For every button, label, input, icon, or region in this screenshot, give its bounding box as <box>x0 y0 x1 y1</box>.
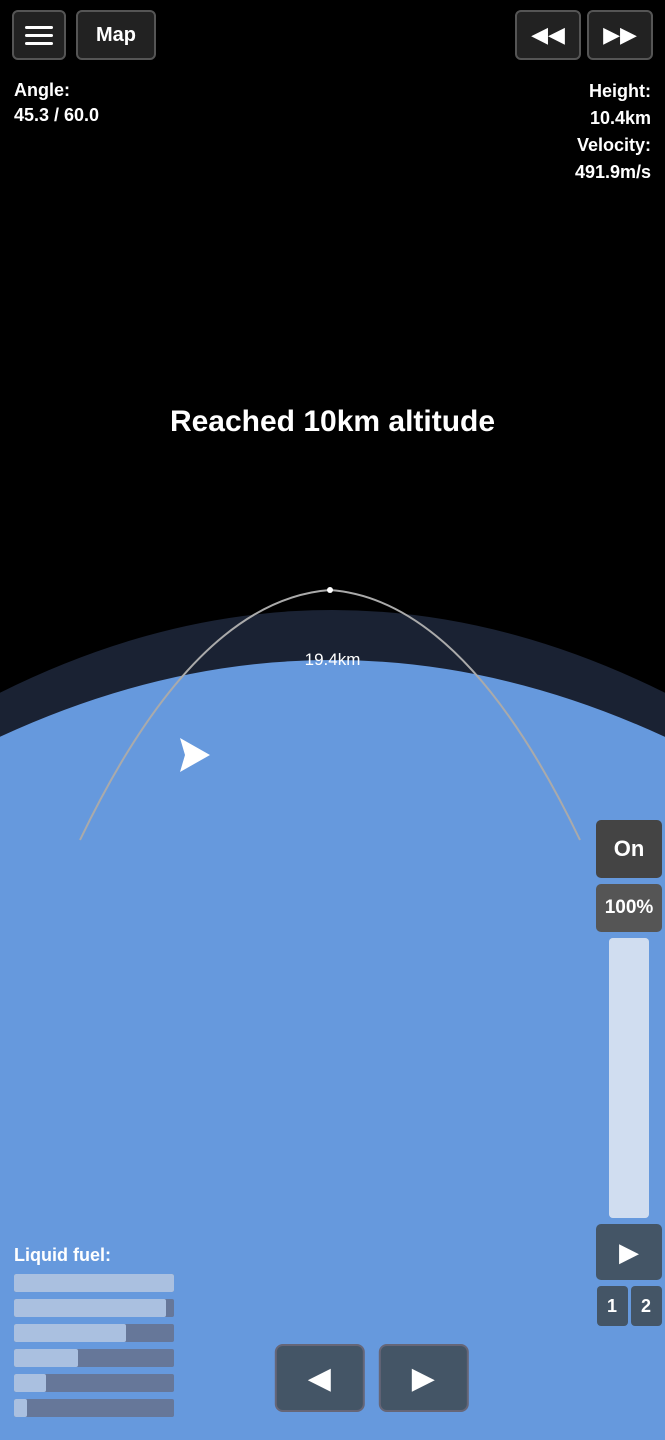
height-label: Height: <box>575 78 651 105</box>
stage-2-button[interactable]: 2 <box>631 1286 662 1326</box>
fuel-bar-5 <box>14 1374 174 1392</box>
rewind-button[interactable]: ◀◀ <box>515 10 581 60</box>
fuel-bar-2 <box>14 1299 174 1317</box>
fuel-fill-2 <box>14 1299 166 1317</box>
velocity-value: 491.9m/s <box>575 159 651 186</box>
fuel-fill-1 <box>14 1274 174 1292</box>
on-button[interactable]: On <box>596 820 662 878</box>
hud-stats: Height: 10.4km Velocity: 491.9m/s <box>575 78 651 186</box>
toolbar-right: ◀◀ ▶▶ <box>515 10 653 60</box>
fuel-bar-4 <box>14 1349 174 1367</box>
map-button[interactable]: Map <box>76 10 156 60</box>
bottom-playback: ◀ ▶ <box>274 1344 468 1412</box>
fuel-fill-5 <box>14 1374 46 1392</box>
fuel-fill-4 <box>14 1349 78 1367</box>
forward-button[interactable]: ▶▶ <box>587 10 653 60</box>
menu-button[interactable] <box>12 10 66 60</box>
fuel-bar-1 <box>14 1274 174 1292</box>
right-controls: On 100% ▶ 1 2 <box>593 820 665 1326</box>
playback-play-icon: ▶ <box>412 1361 435 1396</box>
percent-button[interactable]: 100% <box>596 884 662 932</box>
altitude-message: Reached 10km altitude <box>170 405 495 439</box>
liquid-fuel-label: Liquid fuel: <box>14 1245 111 1266</box>
throttle-slider[interactable] <box>609 938 649 1218</box>
angle-value: 45.3 / 60.0 <box>14 103 99 128</box>
hamburger-icon <box>25 26 53 45</box>
toolbar: Map ◀◀ ▶▶ <box>0 0 665 70</box>
spacecraft-icon <box>170 730 220 780</box>
angle-label: Angle: <box>14 78 99 103</box>
hud-angle: Angle: 45.3 / 60.0 <box>14 78 99 128</box>
velocity-label: Velocity: <box>575 132 651 159</box>
play-right-button[interactable]: ▶ <box>596 1224 662 1280</box>
fuel-bar-6 <box>14 1399 174 1417</box>
height-value: 10.4km <box>575 105 651 132</box>
fuel-fill-3 <box>14 1324 126 1342</box>
stage-1-button[interactable]: 1 <box>597 1286 628 1326</box>
fuel-bar-3 <box>14 1324 174 1342</box>
trajectory-arc <box>50 580 610 860</box>
play-right-icon: ▶ <box>619 1237 639 1268</box>
throttle-slider-thumb <box>609 938 649 1218</box>
stage-buttons: 1 2 <box>597 1286 662 1326</box>
trajectory-distance-label: 19.4km <box>305 650 361 670</box>
fuel-fill-6 <box>14 1399 27 1417</box>
playback-play-button[interactable]: ▶ <box>378 1344 468 1412</box>
playback-rewind-icon: ◀ <box>308 1361 331 1396</box>
toolbar-left: Map <box>12 10 156 60</box>
playback-rewind-button[interactable]: ◀ <box>274 1344 364 1412</box>
